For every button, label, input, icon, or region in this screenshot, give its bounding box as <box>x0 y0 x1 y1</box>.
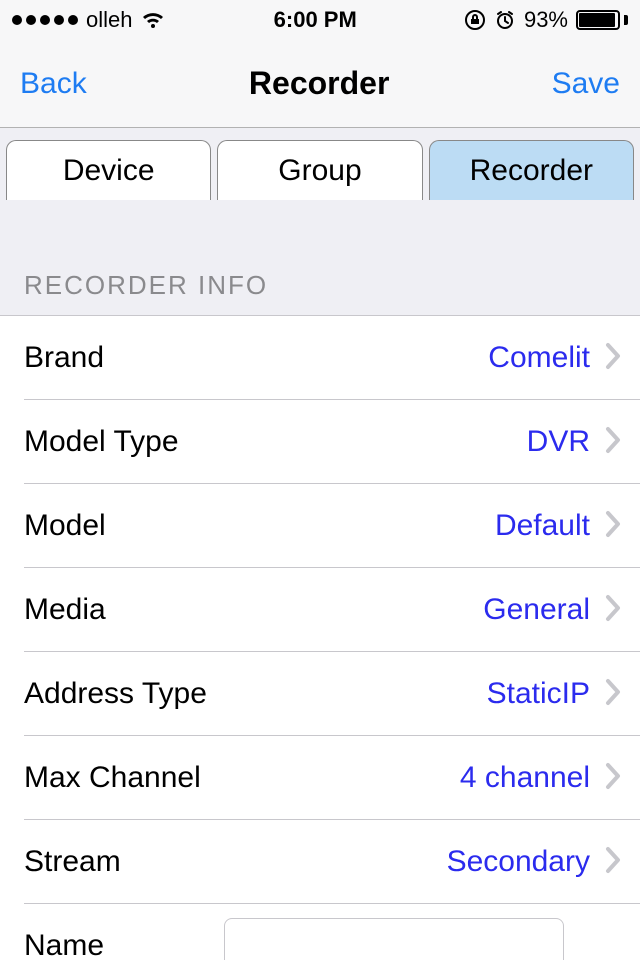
row-name: Name <box>0 904 640 960</box>
chevron-right-icon <box>604 761 622 796</box>
orientation-lock-icon <box>464 9 486 31</box>
row-label: Model <box>24 509 106 543</box>
chevron-right-icon <box>604 677 622 712</box>
segmented-control: Device Group Recorder <box>6 140 634 200</box>
row-value: DVR <box>527 425 590 459</box>
segment-recorder[interactable]: Recorder <box>429 140 634 200</box>
name-input[interactable] <box>224 918 564 960</box>
alarm-icon <box>494 9 516 31</box>
chevron-right-icon <box>604 341 622 376</box>
row-model[interactable]: Model Default <box>0 484 640 568</box>
chevron-right-icon <box>604 509 622 544</box>
nav-bar: Back Recorder Save <box>0 40 640 128</box>
row-stream[interactable]: Stream Secondary <box>0 820 640 904</box>
row-value: StaticIP <box>487 677 590 711</box>
row-value: General <box>483 593 590 627</box>
carrier-label: olleh <box>86 7 132 33</box>
page-title: Recorder <box>249 65 390 102</box>
chevron-right-icon <box>604 593 622 628</box>
row-max-channel[interactable]: Max Channel 4 channel <box>0 736 640 820</box>
wifi-icon <box>140 10 166 30</box>
signal-dots-icon <box>12 15 78 25</box>
settings-list: Brand Comelit Model Type DVR Model Defau… <box>0 316 640 960</box>
row-model-type[interactable]: Model Type DVR <box>0 400 640 484</box>
row-value: Secondary <box>447 845 590 879</box>
row-label: Brand <box>24 341 104 375</box>
row-label: Max Channel <box>24 761 201 795</box>
row-value: 4 channel <box>460 761 590 795</box>
battery-pct-label: 93% <box>524 7 568 33</box>
status-bar: olleh 6:00 PM 93% <box>0 0 640 40</box>
chevron-right-icon <box>604 425 622 460</box>
row-value: Default <box>495 509 590 543</box>
row-address-type[interactable]: Address Type StaticIP <box>0 652 640 736</box>
clock-label: 6:00 PM <box>274 7 357 33</box>
row-label: Media <box>24 593 106 627</box>
battery-icon <box>576 10 628 30</box>
row-media[interactable]: Media General <box>0 568 640 652</box>
section-header: RECORDER INFO <box>0 200 640 316</box>
row-brand[interactable]: Brand Comelit <box>0 316 640 400</box>
save-button[interactable]: Save <box>552 67 620 101</box>
row-label: Address Type <box>24 677 207 711</box>
row-label: Model Type <box>24 425 179 459</box>
segment-device[interactable]: Device <box>6 140 211 200</box>
row-label: Name <box>24 929 224 960</box>
chevron-right-icon <box>604 845 622 880</box>
row-value: Comelit <box>488 341 590 375</box>
segment-group[interactable]: Group <box>217 140 422 200</box>
back-button[interactable]: Back <box>20 67 87 101</box>
row-label: Stream <box>24 845 121 879</box>
